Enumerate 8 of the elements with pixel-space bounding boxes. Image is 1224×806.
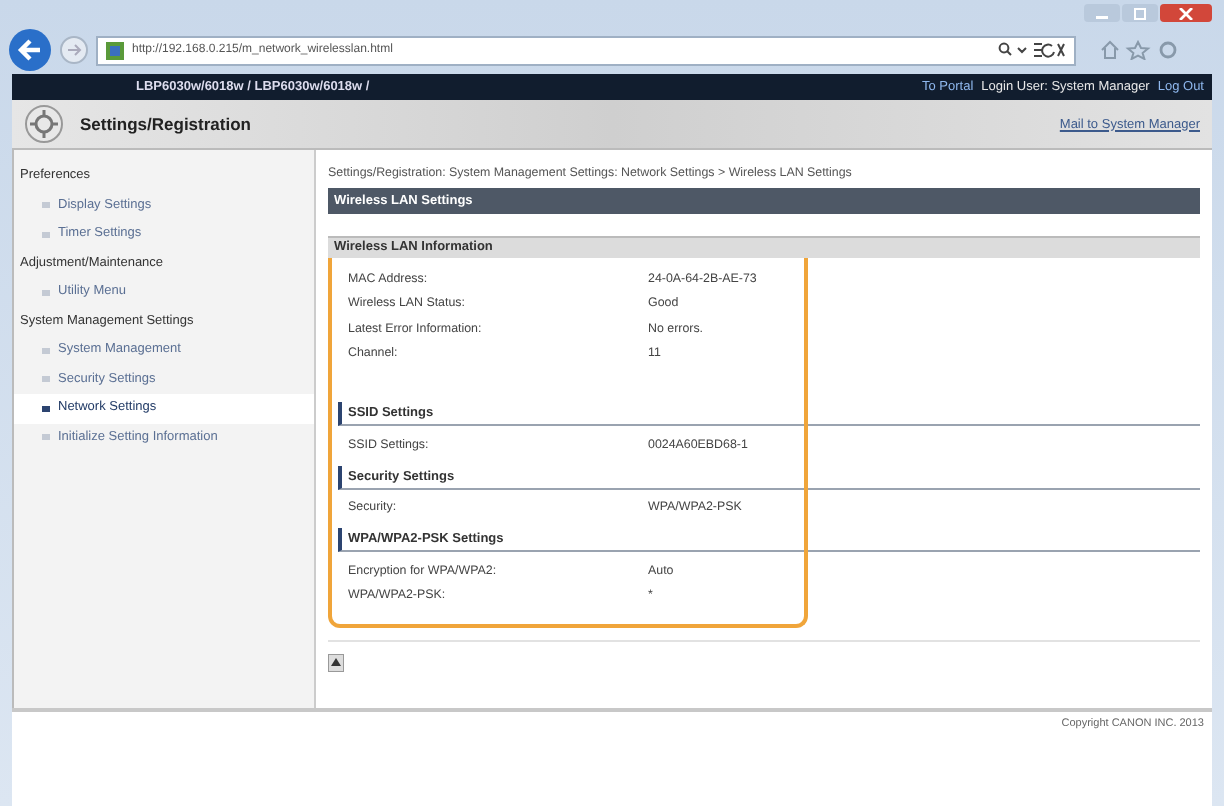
close-button[interactable] (1160, 4, 1212, 22)
maximize-icon (1132, 7, 1148, 19)
close-icon (1178, 7, 1194, 19)
back-button[interactable] (8, 28, 52, 72)
page-icon (106, 41, 124, 59)
address-tools-icon[interactable] (998, 42, 1066, 58)
page-heading: Settings/Registration (80, 114, 251, 134)
scroll-top-icon[interactable] (328, 654, 344, 672)
